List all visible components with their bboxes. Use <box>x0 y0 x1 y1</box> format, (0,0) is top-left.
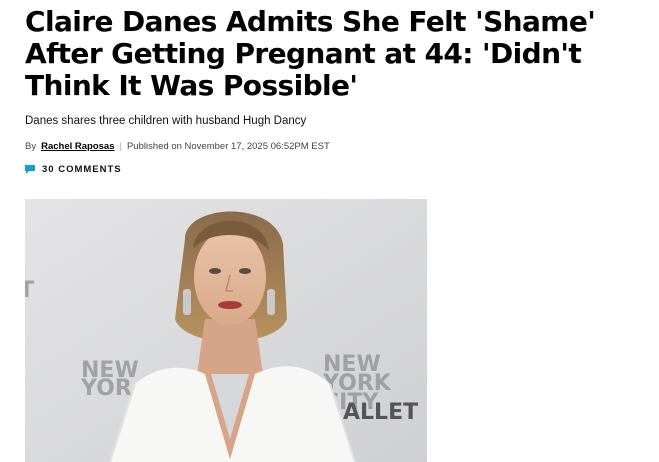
backdrop-text-right-4: ALLET <box>343 400 418 425</box>
published-date: Published on November 17, 2025 06:52PM E… <box>126 141 330 152</box>
hero-photo-illustration: T NEW YOR T NEW YORK CITY ALLET <box>25 199 427 462</box>
article-hero-image[interactable]: T NEW YOR T NEW YORK CITY ALLET <box>25 199 427 462</box>
comments-count: 30 COMMENTS <box>42 164 122 175</box>
byline-by-label: By <box>25 141 37 152</box>
article-headline: Claire Danes Admits She Felt 'Shame' Aft… <box>25 5 596 102</box>
comments-link[interactable]: 30 COMMENTS <box>25 164 122 175</box>
article-dek: Danes shares three children with husband… <box>25 115 307 127</box>
backdrop-text-edge-left: T <box>25 278 34 303</box>
byline-separator: | <box>119 141 122 152</box>
byline: By Rachel Raposas | Published on Novembe… <box>25 141 330 152</box>
comment-bubble-icon <box>25 165 35 174</box>
author-link[interactable]: Rachel Raposas <box>41 141 114 152</box>
article-page: Claire Danes Admits She Felt 'Shame' Aft… <box>0 0 659 462</box>
backdrop-text-left-2: YOR <box>80 376 132 401</box>
